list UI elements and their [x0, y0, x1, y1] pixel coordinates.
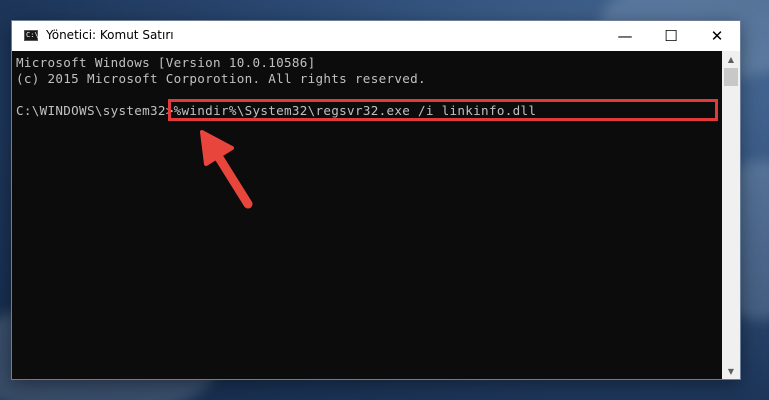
scroll-up-arrow-icon[interactable]: ▲: [722, 51, 740, 67]
console-prompt: C:\WINDOWS\system32>: [16, 103, 174, 118]
red-arrow-icon: [200, 130, 253, 209]
minimize-button[interactable]: —: [602, 21, 648, 51]
maximize-button[interactable]: ☐: [648, 21, 694, 51]
cmd-icon[interactable]: C:\: [24, 30, 39, 41]
scroll-thumb[interactable]: [724, 68, 738, 86]
command-highlight-box: [168, 99, 718, 121]
desktop-background: C:\ Yönetici: Komut Satırı — ☐ ✕ Microso…: [0, 0, 769, 400]
scroll-down-arrow-icon[interactable]: ▼: [722, 363, 740, 379]
title-bar[interactable]: C:\ Yönetici: Komut Satırı — ☐ ✕: [12, 21, 740, 51]
close-button[interactable]: ✕: [694, 21, 740, 51]
vertical-scrollbar[interactable]: ▲ ▼: [722, 51, 740, 379]
console-line-copyright: (c) 2015 Microsoft Corporotion. All righ…: [16, 71, 426, 86]
console-output[interactable]: Microsoft Windows [Version 10.0.10586] (…: [12, 51, 722, 379]
command-prompt-window: C:\ Yönetici: Komut Satırı — ☐ ✕ Microso…: [12, 21, 740, 379]
cmd-icon-label: C:\: [26, 31, 39, 39]
window-title: Yönetici: Komut Satırı: [46, 28, 174, 42]
console-line-version: Microsoft Windows [Version 10.0.10586]: [16, 55, 316, 70]
